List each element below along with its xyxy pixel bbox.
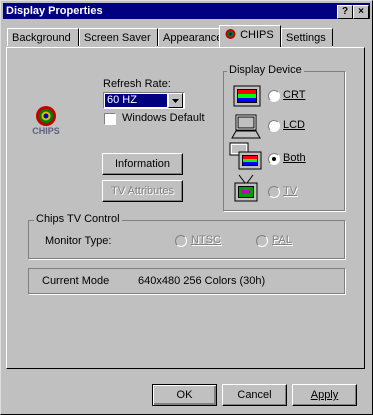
tab-background[interactable]: Background [7, 28, 79, 46]
lcd-laptop-icon [231, 114, 263, 143]
display-properties-window: Display Properties ? × Background Screen… [0, 0, 373, 415]
both-displays-icon [229, 142, 265, 173]
refresh-rate-label: Refresh Rate: [103, 78, 171, 90]
apply-label: Apply [310, 389, 339, 401]
title-bar: Display Properties ? × [3, 3, 370, 19]
pal-radio[interactable] [256, 235, 268, 247]
dropdown-arrow-button[interactable] [168, 93, 183, 108]
ntsc-label: NTSC [191, 234, 221, 246]
ntsc-radio[interactable] [175, 235, 187, 247]
tab-appearance[interactable]: Appearance [158, 28, 223, 46]
close-button[interactable]: × [353, 5, 369, 19]
chips-logo-icon [36, 106, 56, 126]
chevron-down-icon [172, 99, 179, 103]
pal-label: PAL [272, 234, 292, 246]
windows-default-checkbox[interactable] [104, 113, 116, 125]
information-button[interactable]: Information [102, 153, 183, 175]
tab-screen-saver[interactable]: Screen Saver [79, 28, 158, 46]
refresh-rate-dropdown[interactable]: 60 HZ [103, 92, 185, 109]
lcd-label: LCD [283, 119, 306, 131]
lcd-radio[interactable] [268, 120, 280, 132]
tab-label: Background [12, 32, 71, 44]
window-title: Display Properties [6, 5, 103, 17]
tab-chips[interactable]: CHIPS [219, 25, 281, 47]
chips-panel: CHIPS Refresh Rate: 60 HZ Windows Defaul… [6, 47, 365, 369]
ok-button[interactable]: OK [152, 384, 217, 406]
both-radio[interactable] [268, 153, 280, 165]
tv-attributes-button[interactable]: TV Attributes [102, 180, 183, 202]
current-mode-label: Current Mode [42, 275, 110, 287]
apply-button[interactable]: Apply [292, 384, 357, 406]
crt-radio[interactable] [268, 90, 280, 102]
chips-tab-icon [225, 29, 236, 39]
display-device-label: Display Device [227, 64, 304, 76]
chips-logo-text: CHIPS [32, 126, 60, 136]
tv-radio[interactable] [268, 186, 280, 198]
cancel-button[interactable]: Cancel [222, 384, 287, 406]
tab-label: CHIPS [240, 29, 274, 41]
chips-logo: CHIPS [31, 104, 61, 140]
tab-settings[interactable]: Settings [281, 28, 333, 46]
tab-label: Screen Saver [84, 32, 151, 44]
tab-label: Appearance [163, 32, 223, 44]
radio-selected-dot [272, 157, 276, 161]
both-label: Both [283, 152, 306, 164]
refresh-rate-value: 60 HZ [105, 94, 167, 107]
crt-monitor-icon [233, 85, 263, 112]
help-button[interactable]: ? [337, 5, 353, 19]
monitor-type-label: Monitor Type: [45, 235, 112, 247]
windows-default-label: Windows Default [122, 112, 205, 124]
tv-icon [231, 173, 261, 206]
chips-tv-control-label: Chips TV Control [34, 213, 122, 225]
current-mode-value: 640x480 256 Colors (30h) [138, 275, 266, 287]
tv-label: TV [283, 185, 298, 197]
tab-label: Settings [286, 32, 326, 44]
crt-label: CRT [283, 89, 306, 101]
